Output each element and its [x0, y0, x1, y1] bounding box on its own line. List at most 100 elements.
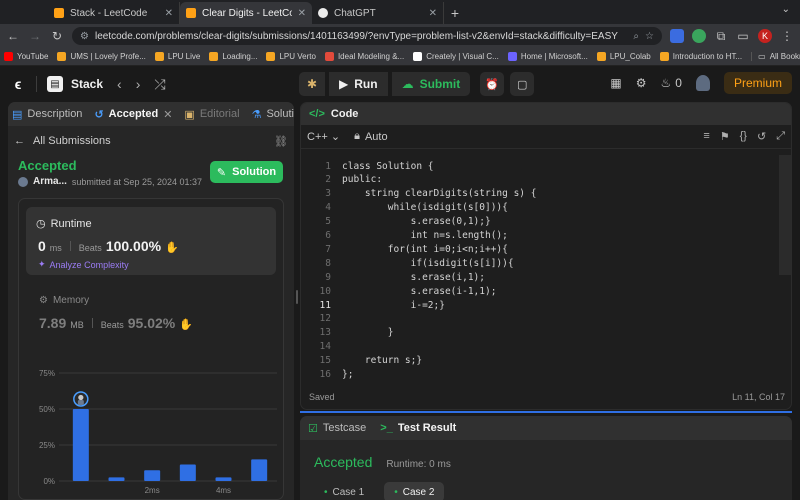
tab-test-result[interactable]: >_ Test Result: [380, 422, 456, 434]
code-line[interactable]: 4 while(isdigit(s[0])){: [301, 201, 781, 215]
extension-icon[interactable]: [692, 29, 706, 43]
layout-grid-icon[interactable]: ▦: [610, 76, 621, 90]
problem-list-button[interactable]: ▤ Stack: [47, 76, 103, 92]
post-solution-button[interactable]: ✎ Solution: [210, 161, 283, 183]
tab-search-chevron-icon[interactable]: ⌄: [782, 4, 790, 15]
forward-arrow-icon[interactable]: →: [28, 29, 42, 43]
site-info-icon[interactable]: ⚙: [80, 31, 89, 42]
line-number: 1: [325, 160, 331, 172]
bookmark-item[interactable]: LPU Live: [154, 52, 200, 61]
address-bar[interactable]: ⚙ leetcode.com/problems/clear-digits/sub…: [72, 27, 662, 45]
auto-mode-toggle[interactable]: 🔒︎ Auto: [354, 130, 388, 143]
leetcode-logo-icon[interactable]: ϵ: [10, 76, 26, 92]
code-line[interactable]: 15 return s;}: [301, 354, 781, 368]
horizontal-resize-handle[interactable]: [300, 411, 792, 413]
browser-tab-clear-digits[interactable]: Clear Digits - LeetCode ✕: [180, 2, 312, 24]
language-select[interactable]: C++ ⌄: [307, 130, 340, 143]
side-panel-icon[interactable]: ▭: [736, 29, 750, 43]
tab-description[interactable]: ▤ Description: [12, 108, 82, 121]
browser-tab-stack[interactable]: Stack - LeetCode ✕: [48, 2, 180, 24]
runtime-card[interactable]: ◷ Runtime 0 ms Beats 100.00% ✋ ✦ Analyze C…: [26, 207, 276, 275]
share-link-icon[interactable]: ⛓: [274, 135, 288, 148]
code-editor[interactable]: 1 class Solution {2 public: 3 string clearD…: [301, 155, 791, 387]
chart-bar[interactable]: [179, 464, 196, 481]
code-line[interactable]: 8 if(isdigit(s[i])){: [301, 256, 781, 270]
bookmark-item[interactable]: Loading...: [209, 52, 257, 61]
code-line[interactable]: 3 string clearDigits(string s) {: [301, 187, 781, 201]
timer-button[interactable]: ⏰: [480, 72, 505, 96]
author-name[interactable]: Arma...: [33, 176, 67, 187]
bookmark-item[interactable]: YouTube: [4, 52, 48, 61]
tab-testcase[interactable]: ☑ Testcase: [308, 422, 366, 435]
code-line[interactable]: 6 int n=s.length();: [301, 229, 781, 243]
next-problem-chevron-icon[interactable]: ›: [136, 76, 141, 92]
code-line[interactable]: 13 }: [301, 326, 781, 340]
bookmark-item[interactable]: Ideal Modeling &...: [324, 52, 404, 61]
close-tab-icon[interactable]: ✕: [165, 8, 173, 19]
new-tab-button[interactable]: +: [444, 2, 466, 24]
all-bookmarks[interactable]: ▭All Bookmarks: [751, 52, 800, 61]
code-line[interactable]: 1 class Solution {: [301, 159, 781, 173]
fullscreen-icon[interactable]: ⤢: [776, 130, 785, 143]
extensions-puzzle-icon[interactable]: ⧉: [714, 29, 728, 43]
close-tab-icon[interactable]: ✕: [298, 8, 306, 19]
case-tab-2[interactable]: • Case 2: [384, 482, 445, 500]
code-line[interactable]: 5 s.erase(0,1);}: [301, 215, 781, 229]
bookmark-item[interactable]: UMS | Lovely Profe...: [57, 52, 146, 61]
chart-bar[interactable]: [108, 477, 125, 481]
panel-resize-handle[interactable]: [296, 290, 298, 304]
zoom-icon[interactable]: ⌕: [633, 31, 639, 42]
format-icon[interactable]: ≡: [703, 130, 709, 143]
all-submissions-link[interactable]: All Submissions: [33, 135, 111, 147]
bookmark-star-icon[interactable]: ☆: [645, 31, 654, 42]
chart-bar[interactable]: [144, 470, 161, 481]
debugger-button[interactable]: ✱: [299, 72, 325, 96]
chart-bar[interactable]: [251, 459, 268, 481]
shuffle-icon[interactable]: ⤮: [154, 76, 165, 93]
code-line[interactable]: 2 public:: [301, 173, 781, 187]
language-label: C++: [307, 131, 328, 143]
tab-accepted[interactable]: ↺ Accepted ✕: [94, 108, 172, 121]
bookmark-item[interactable]: LPU_Colab: [596, 52, 651, 61]
tab-solutions[interactable]: ⚗ Solutio: [252, 108, 294, 121]
tab-editorial[interactable]: ▣ Editorial: [184, 108, 239, 121]
bookmark-item[interactable]: Introduction to HT...: [659, 52, 742, 61]
bookmark-icon[interactable]: ⚑: [720, 130, 730, 143]
back-arrow-icon[interactable]: ←: [14, 135, 25, 147]
code-line[interactable]: 11 i-=2;}: [301, 298, 781, 312]
case-tab-1[interactable]: • Case 1: [314, 482, 374, 500]
extension-icon[interactable]: [670, 29, 684, 43]
close-tab-icon[interactable]: ✕: [163, 108, 172, 121]
bookmark-item[interactable]: Creately | Visual C...: [413, 52, 499, 61]
streak-counter[interactable]: ♨ 0: [661, 76, 682, 90]
memory-label[interactable]: ⚙ Memory: [39, 295, 89, 306]
back-arrow-icon[interactable]: ←: [6, 29, 20, 43]
code-line[interactable]: 16};: [301, 368, 781, 382]
code-line[interactable]: 7 for(int i=0;i<n;i++){: [301, 242, 781, 256]
user-avatar[interactable]: [695, 75, 710, 91]
code-line[interactable]: 9 s.erase(i,1);: [301, 270, 781, 284]
settings-gear-icon[interactable]: ⚙: [636, 76, 647, 90]
menu-kebab-icon[interactable]: ⋮: [780, 29, 794, 43]
chart-bar[interactable]: [72, 409, 89, 481]
premium-button[interactable]: Premium: [723, 72, 792, 94]
code-line[interactable]: 10 s.erase(i-1,1);: [301, 284, 781, 298]
reload-icon[interactable]: ↻: [50, 29, 64, 43]
code-line[interactable]: 14: [301, 340, 781, 354]
analyze-complexity-link[interactable]: ✦ Analyze Complexity: [38, 259, 129, 270]
close-tab-icon[interactable]: ✕: [429, 8, 437, 19]
prev-problem-chevron-icon[interactable]: ‹: [117, 76, 122, 92]
run-button[interactable]: ▶ Run: [329, 72, 388, 96]
chart-bar[interactable]: [215, 477, 232, 481]
reset-icon[interactable]: ↺: [757, 130, 766, 143]
editor-scrollbar[interactable]: [779, 155, 791, 275]
submit-button[interactable]: ☁ Submit: [391, 72, 471, 96]
profile-avatar[interactable]: K: [758, 29, 772, 43]
bookmark-item[interactable]: Home | Microsoft...: [507, 52, 588, 61]
braces-icon[interactable]: {}: [740, 130, 747, 143]
browser-tab-chatgpt[interactable]: ChatGPT ✕: [312, 2, 444, 24]
bookmark-item[interactable]: LPU Verto: [266, 52, 316, 61]
notes-button[interactable]: ▢: [510, 72, 535, 96]
code-line[interactable]: 12: [301, 312, 781, 326]
memory-beats-percent: 95.02%: [127, 315, 176, 331]
